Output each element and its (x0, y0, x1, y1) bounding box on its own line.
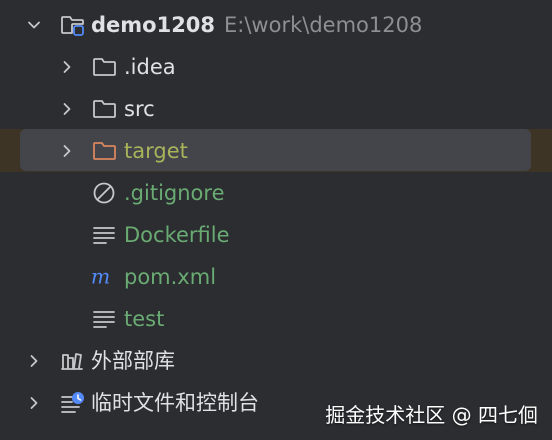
chevron-right-icon[interactable] (26, 395, 42, 411)
ignore-file-icon (93, 182, 115, 204)
watermark: 掘金技术社区 @ 四七佪 (325, 403, 538, 427)
tree-item-label: 外部部库 (91, 349, 175, 373)
folder-icon (93, 100, 116, 118)
module-folder-icon (61, 16, 84, 36)
chevron-down-icon[interactable] (26, 17, 42, 33)
excluded-folder-icon (93, 142, 116, 160)
tree-item-gitignore[interactable]: .gitignore (0, 172, 552, 214)
tree-item-label: pom.xml (124, 265, 217, 289)
tree-item-src[interactable]: src (0, 88, 552, 130)
tree-item-label: .gitignore (124, 181, 225, 205)
tree-item-label: src (124, 97, 155, 121)
folder-icon (93, 58, 116, 76)
tree-root-demo1208[interactable]: demo1208 E:\work\demo1208 (0, 4, 552, 46)
tree-item-label: test (124, 307, 165, 331)
chevron-right-icon[interactable] (59, 101, 75, 117)
maven-icon: m (91, 265, 110, 289)
text-file-icon (93, 311, 115, 328)
tree-item-label: .idea (124, 55, 176, 79)
svg-text:m: m (91, 265, 110, 289)
project-tree: demo1208 E:\work\demo1208 .idea src targ… (0, 0, 552, 440)
tree-item-label: 临时文件和控制台 (91, 391, 259, 415)
tree-item-test[interactable]: test (0, 298, 552, 340)
tree-item-label: Dockerfile (124, 223, 230, 247)
chevron-right-icon[interactable] (26, 353, 42, 369)
chevron-right-icon[interactable] (59, 143, 75, 159)
project-path: E:\work\demo1208 (224, 13, 423, 37)
tree-item-external-libraries[interactable]: 外部部库 (0, 340, 552, 382)
tree-item-dockerfile[interactable]: Dockerfile (0, 214, 552, 256)
tree-item-idea[interactable]: .idea (0, 46, 552, 88)
tree-item-target[interactable]: target (0, 130, 552, 172)
text-file-icon (93, 227, 115, 244)
chevron-right-icon[interactable] (59, 59, 75, 75)
project-name: demo1208 (91, 13, 216, 37)
library-icon (61, 353, 83, 370)
tree-item-label: target (124, 139, 188, 163)
scratches-icon (61, 392, 84, 413)
tree-item-pom-xml[interactable]: m pom.xml (0, 256, 552, 298)
